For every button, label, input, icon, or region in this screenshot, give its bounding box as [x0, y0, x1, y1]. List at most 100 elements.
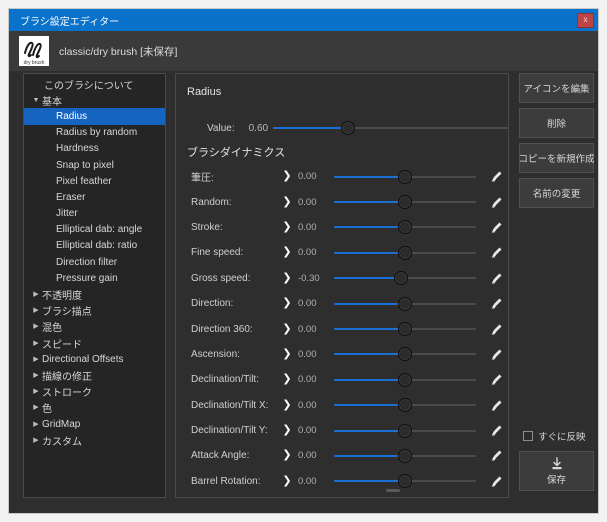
chevron-right-icon[interactable]: ❯	[280, 171, 294, 182]
tree-item-22[interactable]: ▶ カスタム	[24, 432, 165, 448]
tree-item-label: スピード	[42, 339, 82, 351]
tree-item-label: Elliptical dab: angle	[56, 224, 143, 236]
chevron-right-icon[interactable]: ❯	[280, 247, 294, 258]
tree-item-1[interactable]: ▼ 基本	[24, 92, 165, 108]
tree-item-11[interactable]: Direction filter	[24, 254, 165, 270]
brush-reset-icon[interactable]	[486, 449, 506, 462]
dynamics-slider[interactable]	[334, 169, 476, 184]
dynamics-slider[interactable]	[334, 347, 476, 362]
tree-item-16[interactable]: ▶ スピード	[24, 335, 165, 351]
dynamics-slider[interactable]	[334, 372, 476, 387]
tree-item-14[interactable]: ▶ ブラシ描点	[24, 303, 165, 319]
tree-item-20[interactable]: ▶ 色	[24, 400, 165, 416]
tree-item-0[interactable]: このブラシについて	[24, 76, 165, 92]
tree-item-15[interactable]: ▶ 混色	[24, 319, 165, 335]
save-button[interactable]: 保存	[519, 451, 594, 491]
brush-reset-icon[interactable]	[486, 399, 506, 412]
apply-immediately-checkbox[interactable]	[523, 431, 533, 441]
chevron-right-icon[interactable]: ❯	[280, 298, 294, 309]
caret-right-icon[interactable]: ▶	[30, 437, 42, 444]
brush-reset-icon[interactable]	[486, 221, 506, 234]
brush-reset-icon[interactable]	[486, 373, 506, 386]
dynamics-slider[interactable]	[334, 195, 476, 210]
dynamics-slider[interactable]	[334, 245, 476, 260]
apply-immediately-checkbox-row[interactable]: すぐに反映	[523, 429, 586, 443]
rename-button[interactable]: 名前の変更	[519, 178, 594, 208]
dynamics-slider[interactable]	[334, 423, 476, 438]
tree-item-17[interactable]: ▶ Directional Offsets	[24, 351, 165, 367]
tree-item-5[interactable]: Snap to pixel	[24, 157, 165, 173]
caret-down-icon[interactable]: ▼	[30, 97, 42, 104]
caret-right-icon[interactable]: ▶	[30, 340, 42, 347]
tree-item-12[interactable]: Pressure gain	[24, 270, 165, 286]
dynamics-slider[interactable]	[334, 322, 476, 337]
close-button[interactable]: x	[577, 12, 594, 28]
dynamics-slider[interactable]	[334, 220, 476, 235]
dynamics-slider-handle[interactable]	[398, 347, 412, 362]
horizontal-scrollbar-thumb[interactable]	[386, 489, 400, 492]
tree-item-8[interactable]: Jitter	[24, 206, 165, 222]
caret-right-icon[interactable]: ▶	[30, 404, 42, 411]
brush-reset-icon[interactable]	[486, 348, 506, 361]
caret-right-icon[interactable]: ▶	[30, 388, 42, 395]
brush-reset-icon[interactable]	[486, 297, 506, 310]
dynamics-slider-handle[interactable]	[398, 169, 412, 184]
tree-item-6[interactable]: Pixel feather	[24, 173, 165, 189]
tree-item-10[interactable]: Elliptical dab: ratio	[24, 238, 165, 254]
chevron-right-icon[interactable]: ❯	[280, 348, 294, 360]
tree-item-2[interactable]: Radius	[24, 108, 165, 125]
chevron-right-icon[interactable]: ❯	[280, 374, 294, 385]
brush-glyph	[491, 425, 501, 436]
chevron-right-icon[interactable]: ❯	[280, 196, 294, 208]
dynamics-label: Ascension:	[191, 348, 240, 360]
brush-reset-icon[interactable]	[486, 323, 506, 336]
tree-item-13[interactable]: ▶ 不透明度	[24, 286, 165, 302]
dynamics-slider-handle[interactable]	[393, 271, 408, 286]
chevron-right-icon[interactable]: ❯	[280, 450, 294, 461]
dynamics-slider-handle[interactable]	[398, 448, 412, 463]
caret-right-icon[interactable]: ▶	[30, 421, 42, 428]
dynamics-slider[interactable]	[334, 398, 476, 413]
caret-right-icon[interactable]: ▶	[30, 356, 42, 363]
dynamics-slider[interactable]	[334, 448, 476, 463]
chevron-right-icon[interactable]: ❯	[280, 323, 294, 335]
tree-item-18[interactable]: ▶ 描線の修正	[24, 367, 165, 383]
chevron-right-icon[interactable]: ❯	[280, 399, 294, 411]
caret-right-icon[interactable]: ▶	[30, 372, 42, 379]
chevron-right-icon[interactable]: ❯	[280, 272, 294, 284]
tree-item-4[interactable]: Hardness	[24, 141, 165, 157]
brush-reset-icon[interactable]	[486, 424, 506, 437]
dynamics-slider-handle[interactable]	[398, 372, 412, 387]
value-slider-handle[interactable]	[341, 121, 356, 135]
tree-item-19[interactable]: ▶ ストローク	[24, 384, 165, 400]
brush-thumbnail-icon[interactable]: dry brush	[19, 36, 49, 66]
edit-icon-button[interactable]: アイコンを編集	[519, 73, 594, 103]
tree-item-3[interactable]: Radius by random	[24, 125, 165, 141]
tree-item-9[interactable]: Elliptical dab: angle	[24, 222, 165, 238]
dynamics-slider-handle[interactable]	[398, 195, 412, 210]
caret-right-icon[interactable]: ▶	[30, 291, 42, 298]
dynamics-slider-handle[interactable]	[398, 322, 412, 337]
chevron-right-icon[interactable]: ❯	[280, 425, 294, 436]
caret-right-icon[interactable]: ▶	[30, 307, 42, 314]
brush-reset-icon[interactable]	[486, 170, 506, 183]
tree-item-7[interactable]: Eraser	[24, 189, 165, 205]
dynamics-slider-handle[interactable]	[398, 220, 412, 235]
dynamics-slider-handle[interactable]	[398, 296, 412, 311]
dynamics-slider-handle[interactable]	[398, 423, 412, 438]
chevron-right-icon[interactable]: ❯	[280, 221, 294, 233]
value-slider[interactable]	[273, 121, 508, 135]
dynamics-slider-handle[interactable]	[398, 398, 412, 413]
caret-right-icon[interactable]: ▶	[30, 323, 42, 330]
dynamics-slider[interactable]	[334, 271, 476, 286]
brush-reset-icon[interactable]	[486, 246, 506, 259]
brush-reset-icon[interactable]	[486, 196, 506, 209]
dynamics-row: 筆圧: ❯ 0.00	[176, 164, 508, 189]
delete-button[interactable]: 削除	[519, 108, 594, 138]
horizontal-scrollbar[interactable]	[176, 486, 508, 494]
dynamics-slider[interactable]	[334, 296, 476, 311]
dynamics-slider-handle[interactable]	[398, 245, 412, 260]
tree-item-21[interactable]: ▶ GridMap	[24, 416, 165, 432]
brush-reset-icon[interactable]	[486, 272, 506, 285]
duplicate-button[interactable]: コピーを新規作成	[519, 143, 595, 173]
